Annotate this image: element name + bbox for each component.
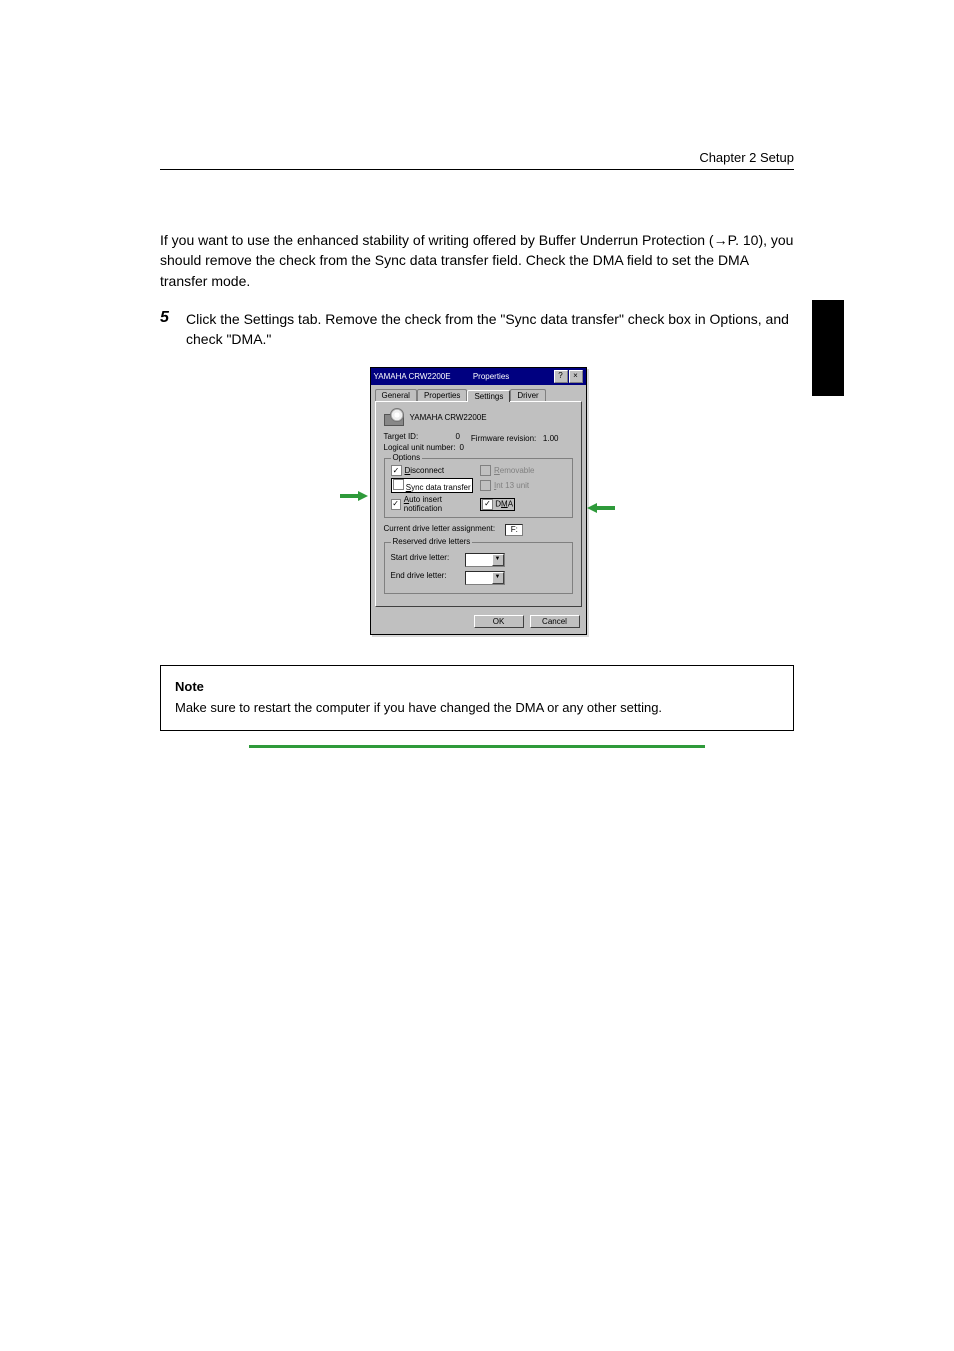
current-drive-value: F:: [505, 524, 523, 536]
intro-paragraph: If you want to use the enhanced stabilit…: [160, 230, 794, 291]
breadcrumb: Chapter 2 Setup: [160, 150, 794, 165]
settings-panel: YAMAHA CRW2200E Target ID: 0 Firmware re…: [375, 401, 582, 607]
options-group: Options ✓ Disconnect Removable Sync da: [384, 458, 573, 518]
options-legend: Options: [391, 453, 423, 462]
step-5: 5 Click the Settings tab. Remove the che…: [160, 309, 794, 350]
checkbox-disconnect-label: isconnect: [410, 466, 444, 475]
dialog-title-device: YAMAHA CRW2200E: [374, 372, 451, 381]
lun-label: Logical unit number:: [384, 443, 456, 452]
section-rule: [249, 745, 705, 748]
chevron-down-icon: ▼: [492, 554, 504, 566]
note-body: Make sure to restart the computer if you…: [175, 699, 779, 718]
device-name: YAMAHA CRW2200E: [410, 413, 487, 422]
checkbox-auto-insert[interactable]: ✓ Auto insert notification: [391, 495, 477, 513]
note-title: Note: [175, 678, 779, 697]
cdrom-icon: [384, 408, 404, 426]
checkbox-dma[interactable]: ✓ DMA: [480, 495, 566, 513]
end-drive-label: End drive letter:: [391, 571, 461, 585]
header-rule: [160, 169, 794, 170]
properties-dialog: YAMAHA CRW2200E Properties ? × General P…: [370, 367, 587, 635]
cancel-button[interactable]: Cancel: [530, 615, 580, 628]
ok-button[interactable]: OK: [474, 615, 524, 628]
target-id-label: Target ID:: [384, 432, 452, 441]
lun-value: 0: [460, 443, 464, 452]
properties-dialog-figure: YAMAHA CRW2200E Properties ? × General P…: [370, 367, 585, 635]
firmware-value: 1.00: [543, 434, 559, 443]
checkbox-auto-insert-label: uto insert notification: [404, 495, 442, 513]
dialog-title-properties: Properties: [473, 372, 509, 381]
callout-arrow-sync: [340, 491, 368, 501]
side-chapter-tab: [812, 300, 844, 396]
tab-properties[interactable]: Properties: [417, 389, 467, 401]
checkbox-int13-label: nt 13 unit: [496, 481, 529, 490]
note-box: Note Make sure to restart the computer i…: [160, 665, 794, 731]
firmware-label: Firmware revision:: [471, 434, 539, 443]
step-number: 5: [160, 309, 178, 350]
reserved-group: Reserved drive letters Start drive lette…: [384, 542, 573, 594]
checkbox-removable: Removable: [480, 465, 566, 476]
target-id-value: 0: [456, 432, 460, 441]
step-text: Click the Settings tab. Remove the check…: [186, 309, 794, 350]
checkbox-sync-data-transfer[interactable]: Sync data transfer: [391, 478, 477, 493]
tab-settings[interactable]: Settings: [467, 390, 510, 402]
checkbox-sync-label: ync data transfer: [411, 483, 471, 492]
current-drive-label: Current drive letter assignment:: [384, 524, 496, 536]
tab-driver[interactable]: Driver: [510, 389, 545, 401]
end-drive-select[interactable]: ▼: [465, 571, 505, 585]
start-drive-label: Start drive letter:: [391, 553, 461, 567]
checkbox-removable-label: emovable: [500, 466, 535, 475]
checkbox-disconnect[interactable]: ✓ Disconnect: [391, 465, 477, 476]
checkbox-int13: Int 13 unit: [480, 478, 566, 493]
callout-arrow-dma: [587, 503, 615, 513]
close-button[interactable]: ×: [569, 370, 583, 383]
reserved-legend: Reserved drive letters: [391, 537, 473, 546]
tab-general[interactable]: General: [375, 389, 417, 401]
start-drive-select[interactable]: ▼: [465, 553, 505, 567]
dialog-titlebar: YAMAHA CRW2200E Properties ? ×: [371, 368, 586, 385]
tabs-row: General Properties Settings Driver: [371, 385, 586, 401]
help-button[interactable]: ?: [554, 370, 568, 383]
chevron-down-icon: ▼: [492, 572, 504, 584]
